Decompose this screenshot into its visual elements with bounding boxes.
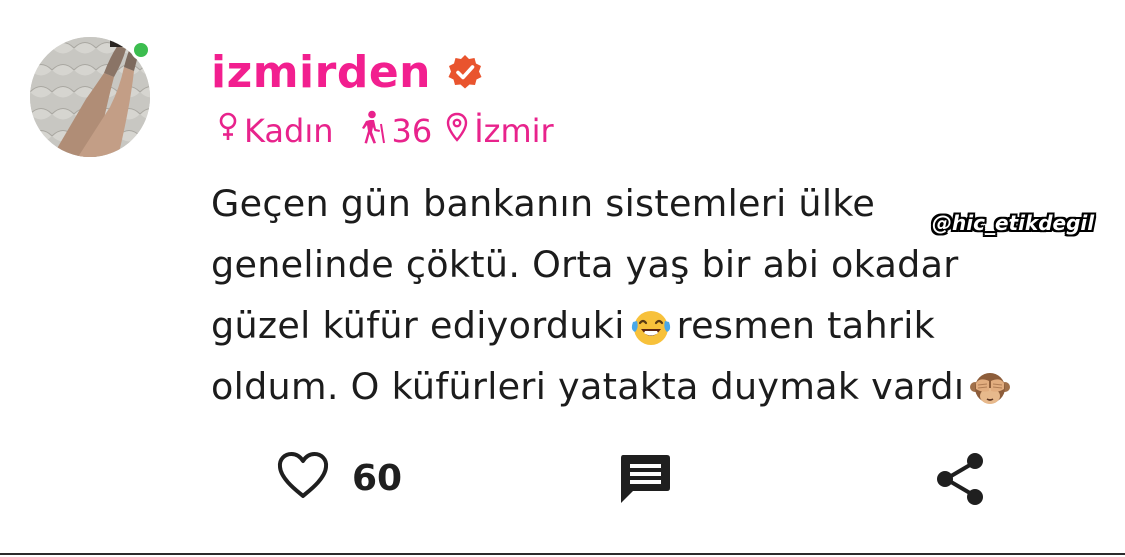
city-label: İzmir — [474, 112, 554, 150]
profile-meta-row: Kadın 36 İzmir — [218, 109, 554, 153]
post-text-segment: güzel küfür ediyorduki — [211, 304, 625, 347]
gender-info: Kadın — [218, 112, 334, 150]
watermark: @hic_etikdegil — [932, 211, 1095, 235]
gender-label: Kadın — [244, 112, 334, 150]
location-info: İzmir — [446, 112, 554, 150]
laughing-tears-emoji-icon — [631, 305, 671, 345]
username-row: izmirden — [211, 42, 483, 102]
avatar-container[interactable] — [30, 37, 151, 157]
post-text-line: güzel küfür ediyorduki resmen tahrik — [211, 295, 1111, 356]
comment-button[interactable] — [617, 451, 673, 507]
location-pin-icon — [446, 112, 468, 150]
see-no-evil-monkey-emoji-icon — [970, 366, 1011, 406]
verified-badge-icon — [447, 54, 483, 90]
like-button[interactable]: 60 — [276, 445, 402, 511]
like-count: 60 — [352, 457, 403, 499]
bottom-divider — [0, 553, 1125, 555]
post-text-line: oldum. O küfürleri yatakta duymak vardı — [211, 356, 1111, 417]
post-text-segment: oldum. O küfürleri yatakta duymak vardı — [211, 365, 965, 408]
age-value: 36 — [391, 112, 433, 150]
post-text-segment: resmen tahrik — [676, 304, 936, 347]
female-symbol-icon — [218, 112, 238, 150]
post-card: izmirden Kadın 36 İzmir Geçen gün bankan… — [0, 0, 1125, 555]
share-button[interactable] — [935, 451, 987, 507]
post-actions: 60 — [0, 445, 1125, 515]
heart-outline-icon[interactable] — [276, 451, 330, 506]
share-icon[interactable] — [935, 451, 987, 507]
post-body: Geçen gün bankanın sistemleri ülke genel… — [211, 173, 1111, 417]
comment-bubble-icon[interactable] — [617, 451, 673, 507]
online-status-indicator — [131, 40, 151, 60]
age-info: 36 — [358, 110, 433, 152]
post-text-line: genelinde çöktü. Orta yaş bir abi okadar — [211, 243, 959, 286]
username[interactable]: izmirden — [211, 47, 431, 98]
walking-person-icon — [358, 110, 386, 152]
